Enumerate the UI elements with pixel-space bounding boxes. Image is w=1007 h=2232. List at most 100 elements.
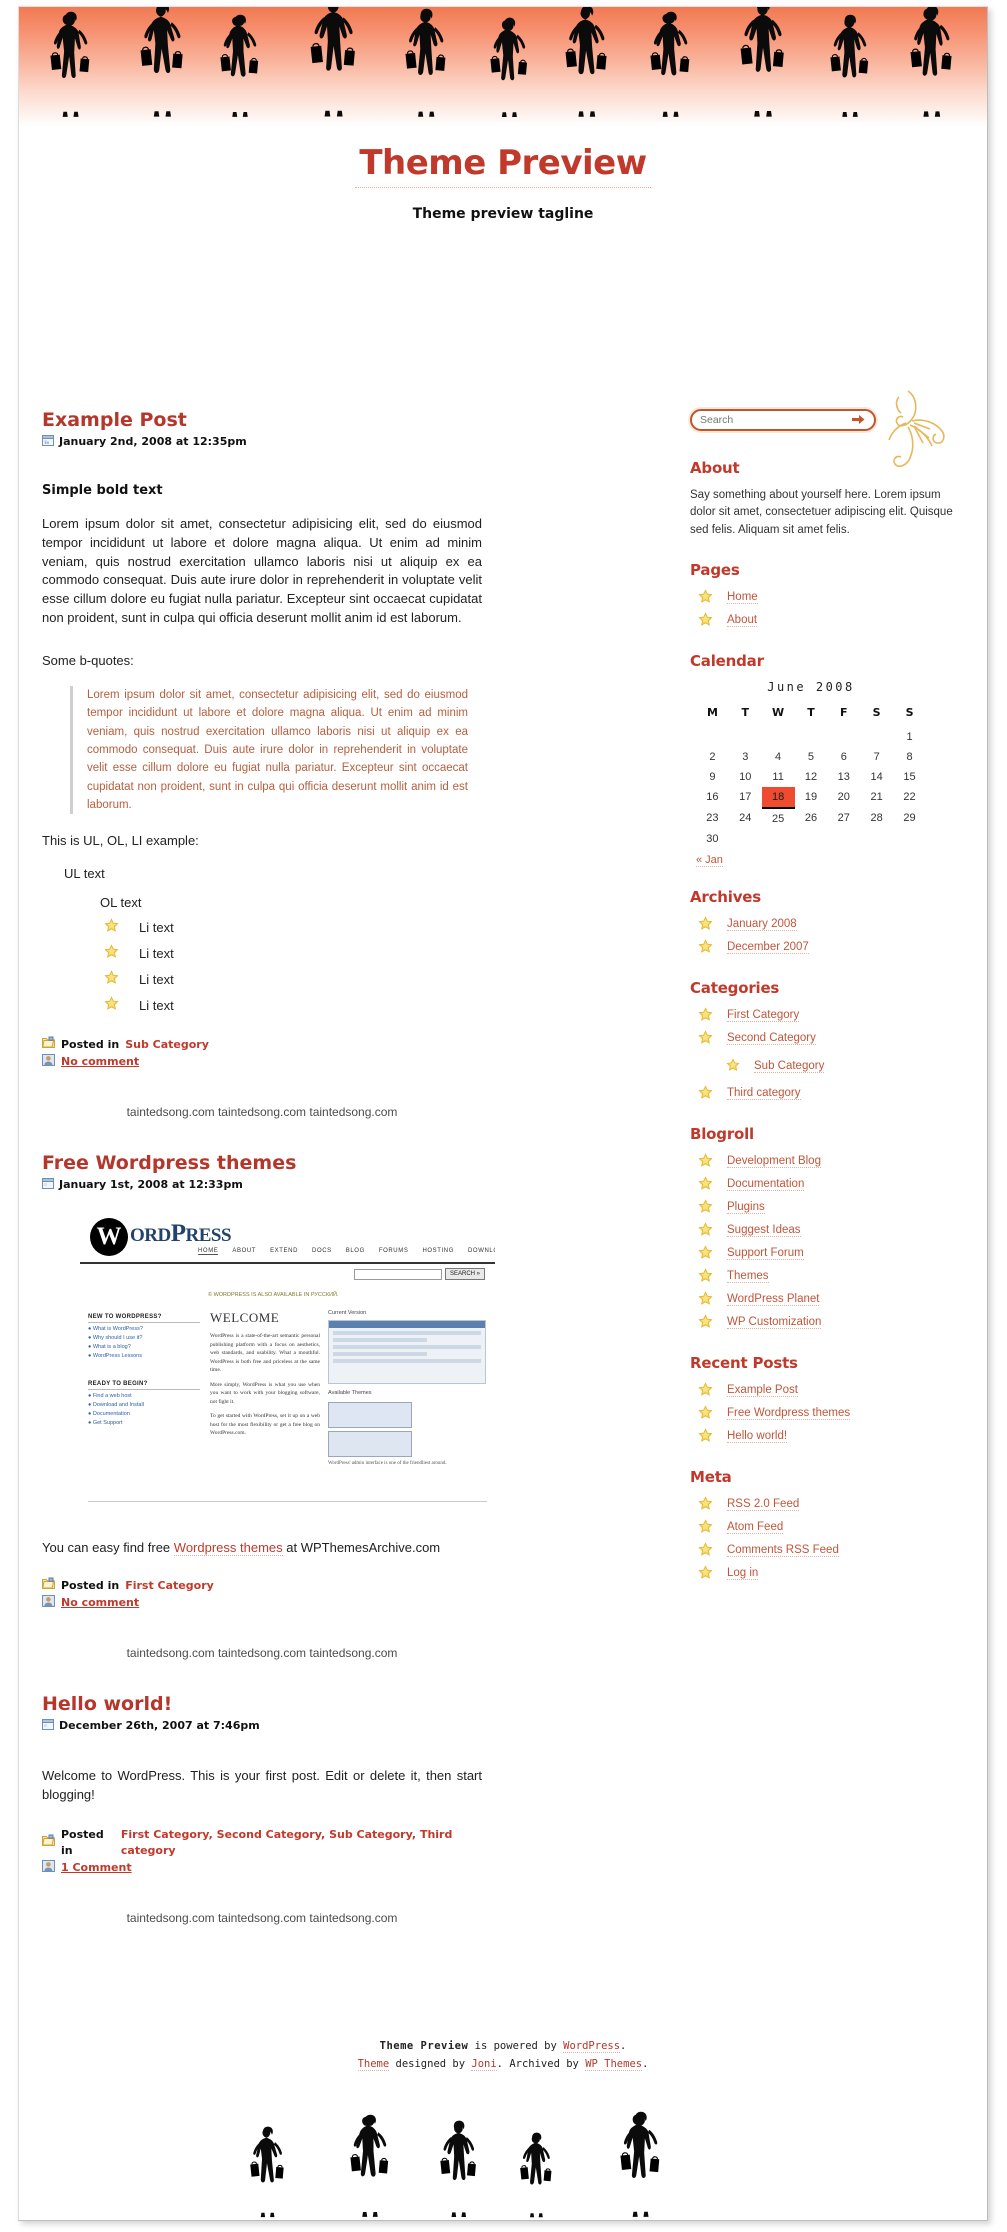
screenshot-nav-item[interactable]: ABOUT <box>232 1248 256 1255</box>
theme-link[interactable]: Theme <box>357 2057 390 2071</box>
list-item[interactable]: Hello world! <box>690 1428 960 1446</box>
calendar-day-cell[interactable]: 1 <box>893 727 926 747</box>
screenshot-list-item[interactable]: ● Documentation <box>88 1411 200 1417</box>
screenshot-nav-item[interactable]: DOCS <box>312 1248 332 1255</box>
calendar-day-cell[interactable]: 25 <box>762 808 795 829</box>
screenshot-list-item[interactable]: ● Why should I use it? <box>88 1335 200 1341</box>
calendar-day-cell[interactable]: 17 <box>729 787 762 808</box>
calendar-day-cell[interactable]: 5 <box>795 747 828 767</box>
calendar-day-cell[interactable]: 15 <box>893 767 926 787</box>
screenshot-search-button[interactable]: SEARCH » <box>444 1268 485 1281</box>
post-title[interactable]: Free Wordpress themes <box>42 1152 482 1175</box>
list-item[interactable]: Sub Category <box>690 1058 960 1075</box>
calendar-prev-link[interactable]: « Jan <box>696 853 723 867</box>
sidebar-link[interactable]: Suggest Ideas <box>727 1224 801 1238</box>
calendar-day-cell[interactable]: 13 <box>827 767 860 787</box>
category-link[interactable]: Sub Category <box>125 1038 209 1051</box>
sidebar-link[interactable]: Documentation <box>727 1178 805 1192</box>
sidebar-link[interactable]: Third category <box>727 1087 801 1101</box>
calendar-day-cell[interactable]: 19 <box>795 787 828 808</box>
sidebar-link[interactable]: WordPress Planet <box>727 1293 820 1307</box>
search-submit-arrow-right-icon[interactable] <box>852 414 865 427</box>
calendar-day-cell[interactable]: 7 <box>860 747 893 767</box>
list-item[interactable]: Plugins <box>690 1199 960 1217</box>
calendar-day-cell[interactable]: 21 <box>860 787 893 808</box>
sidebar-link[interactable]: Second Category <box>727 1032 816 1046</box>
sidebar-link[interactable]: January 2008 <box>727 918 797 932</box>
sidebar-link[interactable]: Hello world! <box>727 1430 788 1444</box>
calendar-day-cell[interactable]: 27 <box>827 808 860 829</box>
list-item[interactable]: Example Post <box>690 1382 960 1400</box>
sidebar-link[interactable]: Sub Category <box>754 1060 825 1073</box>
post-comments-link[interactable]: 1 Comment <box>61 1860 132 1877</box>
calendar-day-cell[interactable]: 10 <box>729 767 762 787</box>
list-item[interactable]: Third category <box>690 1085 960 1103</box>
sidebar-link[interactable]: Home <box>727 591 758 605</box>
category-link[interactable]: Second Category <box>217 1828 321 1841</box>
screenshot-nav-item[interactable]: EXTEND <box>270 1248 298 1255</box>
sidebar-link[interactable]: Comments RSS Feed <box>727 1544 839 1558</box>
sidebar-link[interactable]: Support Forum <box>727 1247 804 1261</box>
category-link[interactable]: First Category <box>121 1828 209 1841</box>
screenshot-nav-item[interactable]: BLOG <box>346 1248 365 1255</box>
post-title[interactable]: Example Post <box>42 409 482 432</box>
calendar-day-cell[interactable]: 23 <box>696 808 729 829</box>
list-item[interactable]: Comments RSS Feed <box>690 1542 960 1560</box>
search-input[interactable] <box>692 411 842 429</box>
calendar-day-cell[interactable]: 14 <box>860 767 893 787</box>
calendar-day-cell[interactable]: 28 <box>860 808 893 829</box>
calendar-day-cell[interactable]: 22 <box>893 787 926 808</box>
list-item[interactable]: Atom Feed <box>690 1519 960 1537</box>
sidebar-link[interactable]: December 2007 <box>727 941 809 955</box>
screenshot-nav-item[interactable]: DOWNLOAD <box>468 1248 495 1255</box>
calendar-day-cell[interactable]: 8 <box>893 747 926 767</box>
screenshot-search[interactable]: SEARCH » <box>353 1268 485 1281</box>
list-item[interactable]: About <box>690 612 960 630</box>
calendar-day-cell[interactable]: 24 <box>729 808 762 829</box>
calendar-day-cell[interactable]: 11 <box>762 767 795 787</box>
sidebar-link[interactable]: About <box>727 614 758 628</box>
screenshot-list-item[interactable]: ● WordPress Lessons <box>88 1353 200 1359</box>
list-item[interactable]: Log in <box>690 1565 960 1583</box>
list-item[interactable]: Themes <box>690 1268 960 1286</box>
wp-themes-link[interactable]: WP Themes <box>585 2057 643 2071</box>
wordpress-org-screenshot[interactable]: W ORDPRESS HOME ABOUT EXTEND DOCS BLOG FORUMS… <box>80 1218 495 1519</box>
search-box[interactable] <box>690 409 876 431</box>
list-item[interactable]: Support Forum <box>690 1245 960 1263</box>
post-title[interactable]: Hello world! <box>42 1693 482 1716</box>
calendar-day-cell[interactable]: 4 <box>762 747 795 767</box>
wordpress-themes-link[interactable]: Wordpress themes <box>173 1540 283 1557</box>
calendar-day-cell[interactable]: 9 <box>696 767 729 787</box>
sidebar-link[interactable]: Example Post <box>727 1384 798 1398</box>
screenshot-nav[interactable]: HOME ABOUT EXTEND DOCS BLOG FORUMS HOSTING DOWN… <box>198 1248 495 1256</box>
screenshot-nav-item[interactable]: HOME <box>198 1248 219 1256</box>
sidebar-link[interactable]: Free Wordpress themes <box>727 1407 851 1421</box>
list-item[interactable]: RSS 2.0 Feed <box>690 1496 960 1514</box>
sidebar-link[interactable]: Atom Feed <box>727 1521 784 1535</box>
calendar-day-cell[interactable]: 29 <box>893 808 926 829</box>
sidebar-link[interactable]: Development Blog <box>727 1155 821 1169</box>
screenshot-nav-item[interactable]: HOSTING <box>422 1248 454 1255</box>
list-item[interactable]: WordPress Planet <box>690 1291 960 1309</box>
calendar-day-cell[interactable]: 3 <box>729 747 762 767</box>
list-item[interactable]: Suggest Ideas <box>690 1222 960 1240</box>
site-title[interactable]: Theme Preview <box>355 144 651 189</box>
list-item[interactable]: Second Category <box>690 1030 960 1048</box>
calendar-day-cell[interactable]: 12 <box>795 767 828 787</box>
list-item[interactable]: December 2007 <box>690 939 960 957</box>
screenshot-list-item[interactable]: ● Download and Install <box>88 1402 200 1408</box>
list-item[interactable]: January 2008 <box>690 916 960 934</box>
sidebar-link[interactable]: WP Customization <box>727 1316 822 1330</box>
list-item[interactable]: WP Customization <box>690 1314 960 1332</box>
category-link[interactable]: First Category <box>125 1579 214 1592</box>
list-item[interactable]: Development Blog <box>690 1153 960 1171</box>
screenshot-list-item[interactable]: ● Get Support <box>88 1420 200 1426</box>
sidebar-link[interactable]: First Category <box>727 1009 800 1023</box>
calendar-day-cell[interactable]: 30 <box>696 829 729 849</box>
screenshot-search-input[interactable] <box>353 1268 442 1280</box>
calendar-day-cell[interactable]: 2 <box>696 747 729 767</box>
sidebar-link[interactable]: Log in <box>727 1567 759 1581</box>
calendar-day-cell[interactable]: 26 <box>795 808 828 829</box>
sidebar-link[interactable]: RSS 2.0 Feed <box>727 1498 800 1512</box>
calendar-day-cell[interactable]: 20 <box>827 787 860 808</box>
